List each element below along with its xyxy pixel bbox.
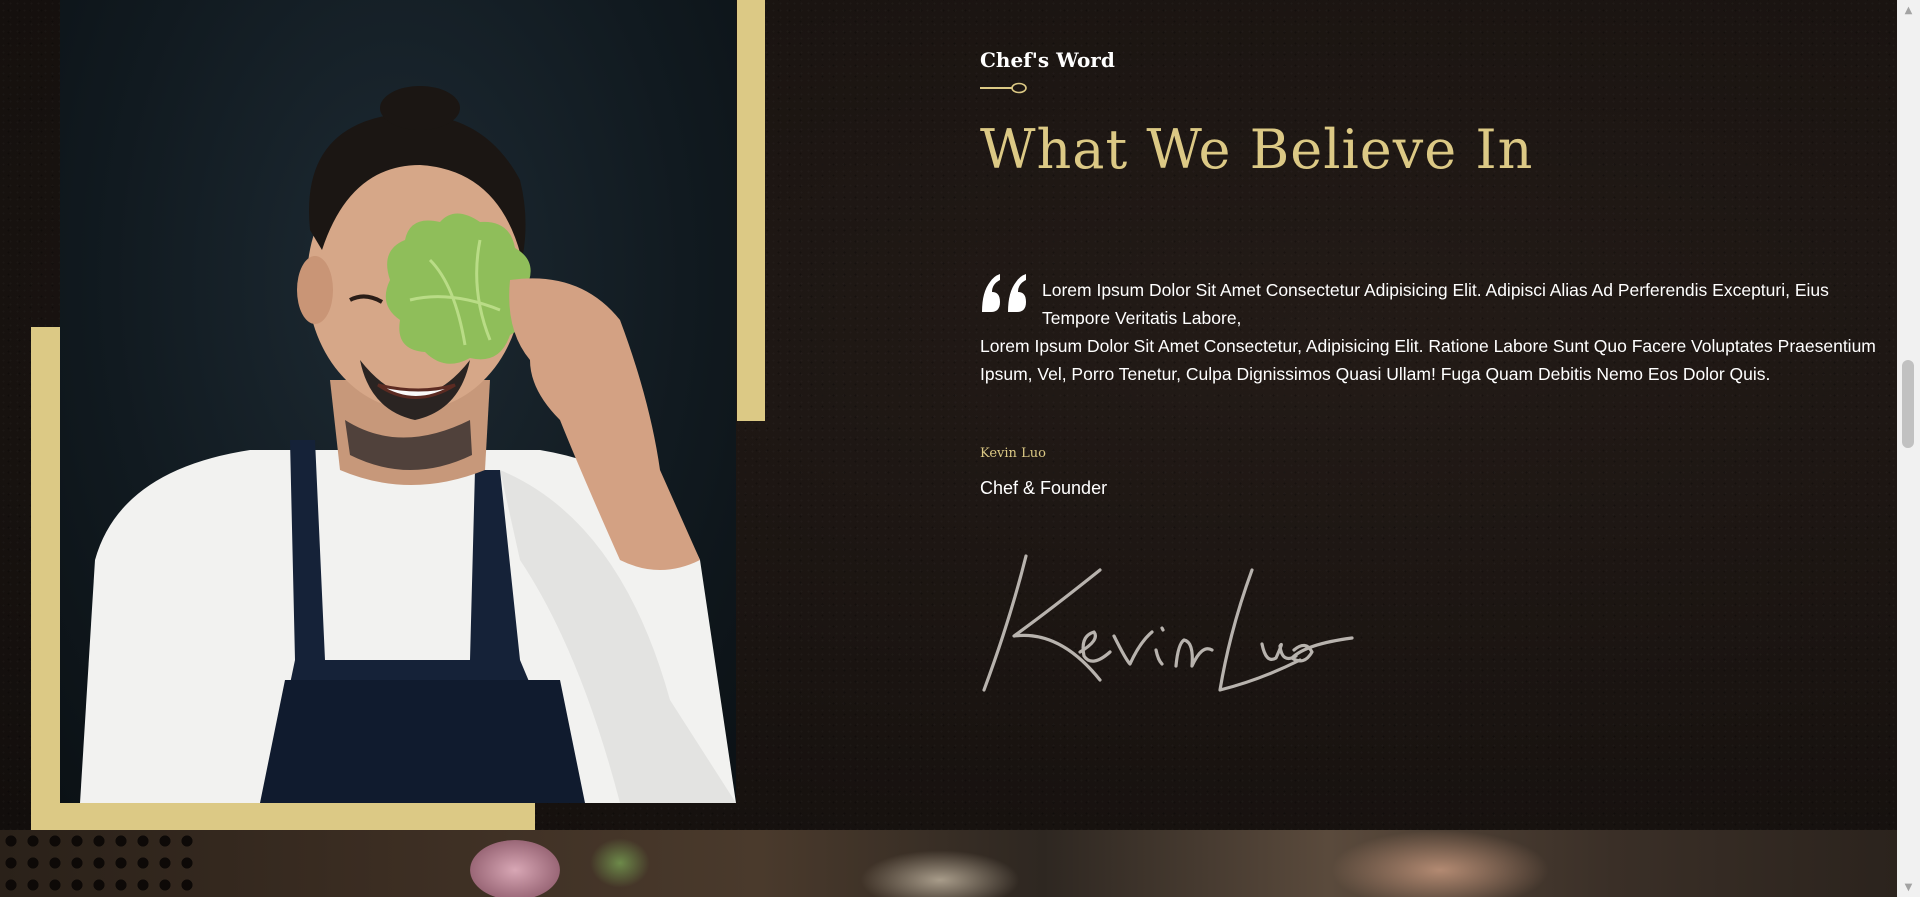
author-role: Chef & Founder — [980, 478, 1108, 498]
plate-decoration — [860, 850, 1020, 897]
quote-line-1: Lorem Ipsum Dolor Sit Amet Consectetur A… — [1042, 280, 1829, 328]
scroll-up-arrow-icon[interactable]: ▲ — [1897, 0, 1920, 20]
gold-frame-right-bar — [737, 0, 765, 421]
chef-quote: Lorem Ipsum Dolor Sit Amet Consectetur A… — [980, 276, 1898, 388]
chef-photo — [60, 0, 736, 803]
section-eyebrow: Chef's Word — [980, 48, 1115, 72]
page-scrollbar[interactable]: ▲ ▼ — [1897, 0, 1920, 897]
gold-frame-left-bar — [31, 327, 60, 830]
quote-line-2: Lorem Ipsum Dolor Sit Amet Consectetur, … — [980, 336, 1876, 384]
lattice-decoration — [0, 830, 200, 897]
gold-frame-bottom-bar — [31, 803, 535, 830]
next-section-preview — [0, 830, 1897, 897]
flower-decoration — [470, 840, 560, 897]
section-headline: What We Believe In — [980, 118, 1534, 181]
scrollbar-thumb[interactable] — [1902, 360, 1914, 448]
signature-image — [982, 554, 1354, 692]
chef-word-section: Chef's Word What We Believe In Lorem Ips… — [0, 0, 1897, 830]
spoon-icon — [980, 82, 1027, 94]
leaf-decoration — [590, 838, 650, 888]
chef-illustration — [80, 86, 736, 803]
author-name: Kevin Luo — [980, 446, 1046, 461]
face-decoration — [1330, 830, 1550, 897]
scroll-down-arrow-icon[interactable]: ▼ — [1897, 877, 1920, 897]
